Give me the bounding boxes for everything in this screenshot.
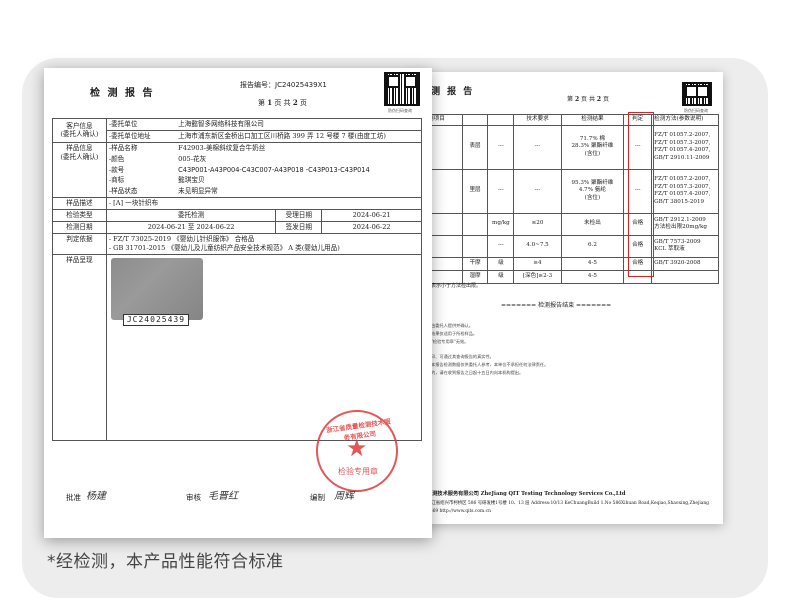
review-signature: 毛晋红 xyxy=(208,491,238,502)
table-row: mg/kg ≤20 未检出 合格 GB/T 2912.1-2009 方法检出限2… xyxy=(425,212,719,236)
report-title: 测 报 告 xyxy=(431,87,475,97)
table-row: -商标 懿琪宝贝 xyxy=(53,175,423,187)
report-end-marker: ======= 检测报告结束 ======= xyxy=(501,302,612,309)
approve-label: 批准 xyxy=(66,493,81,502)
table-row: 客户信息 (委托人确认) -委托单位 上海懿智多网络科技有限公司 xyxy=(52,118,423,143)
star-icon: ★ xyxy=(346,434,368,462)
sample-photo-cell: JC24025439 xyxy=(105,253,423,441)
basis-line: - FZ/T 73025-2019 《婴幼儿针织服饰》 合格品 xyxy=(108,234,255,243)
review-label: 审核 xyxy=(186,493,201,502)
report-title: 检 测 报 告 xyxy=(90,88,155,99)
table-row: 检测日期 2024-06-21 至 2024-06-22 签发日期 2024-0… xyxy=(52,221,422,234)
report-info-table: 客户信息 (委托人确认) -委托单位 上海懿智多网络科技有限公司 -委托单位地址… xyxy=(52,118,423,441)
table-row: -颜色 005-花灰 xyxy=(53,153,423,165)
note-line: 结果仅适用于所检样品。 xyxy=(431,331,478,336)
report-page-1: 检 测 报 告 报告编号：JC24025439X1 第 1 页 共 2 页 防伪… xyxy=(44,68,432,538)
note-line: 由委托人提供并确认。 xyxy=(431,323,473,328)
table-row: 表层 --- --- 71.7% 棉 28.3% 聚酯纤维 (含位) --- F… xyxy=(425,124,719,170)
official-seal: 浙江省质量检测技术服务有限公司 ★ 检验专用章 xyxy=(316,410,398,492)
table-header-row: 测项目 技术要求 检测结果 判定 检测方法(参数说明) xyxy=(425,114,719,126)
table-header xyxy=(461,114,489,126)
company-contact: 0669 http://www.qits.com.cn xyxy=(427,509,491,514)
approve-signature: 杨建 xyxy=(86,491,106,502)
product-claim-caption: *经检测，本产品性能符合标准 xyxy=(47,552,284,572)
table-header xyxy=(487,114,515,126)
basis-line: - GB 31701-2015 《婴幼儿及儿童纺织产品安全技术规范》 A 类(婴… xyxy=(108,243,340,252)
qr-code xyxy=(682,82,712,106)
table-row: 样品描述 - [A] 一块针织布 xyxy=(52,197,423,211)
table-row: 干摩 级 ≥4 4-5 合格 GB/T 3920-2008 xyxy=(425,256,719,271)
edit-label: 编制 xyxy=(310,493,325,502)
table-header: 技术要求 xyxy=(513,114,562,126)
table-row: -款号 C43P001-A43P004-C43C007-A43P018 -C43… xyxy=(53,164,423,176)
results-table: 测项目 技术要求 检测结果 判定 检测方法(参数说明) 表层 --- --- 7… xyxy=(425,114,719,284)
company-address: 浙江省绍兴市柯桥区 586 号研发楼1号楼 10、13 层 Address:10… xyxy=(427,501,709,506)
qr-caption: 防伪扫码查询 xyxy=(388,108,412,113)
table-header: 检测方法(参数说明) xyxy=(651,114,719,126)
fabric-sample-image xyxy=(110,257,203,320)
company-name: 检测技术服务有限公司 ZheJiang QIT Testing Technolo… xyxy=(427,491,626,497)
sample-tag: JC24025439 xyxy=(122,313,190,327)
table-row: 里层 --- --- 95.3% 聚酯纤维 4.7% 氨纶 (含位) --- F… xyxy=(425,168,719,214)
note-line: "检验专用章"无效。 xyxy=(431,339,469,344)
page-indicator: 第 1 页 共 2 页 xyxy=(258,98,307,107)
note-line: 的，请在收到报告之日起十五日内向本机构提出。 xyxy=(431,370,524,375)
qr-code xyxy=(384,72,420,106)
table-row: 判定依据 - FZ/T 73025-2019 《婴幼儿针织服饰》 合格品 - G… xyxy=(52,232,423,255)
table-row: -样品状态 未见明显异常 xyxy=(53,186,423,199)
table-row: --- 4.0~7.5 6.2 合格 GB/T 7573-2009 KCL 萃取… xyxy=(425,234,719,258)
edit-signature: 周辉 xyxy=(334,491,354,502)
note-line: 印、可通过其查询报告的真实性。 xyxy=(431,354,494,359)
table-row: -委托单位地址 上海市浦东新区金桥出口加工区川桥路 399 弄 12 号楼 7 … xyxy=(53,129,423,143)
table-row: 样品信息 (委托人确认) -样品名称 F42903-美棉斜纹复合牛奶丝 xyxy=(52,141,423,199)
page-indicator: 第 2 页 共 2 页 xyxy=(567,96,610,103)
report-number: 报告编号：JC24025439X1 xyxy=(240,81,327,89)
report-page-2: 测 报 告 第 2 页 共 2 页 防伪扫码查询 测项目 技术要求 检测结果 判… xyxy=(405,72,723,524)
table-header: 检测结果 xyxy=(560,114,625,126)
seal-label: 检验专用章 xyxy=(338,467,378,476)
note-line: 本报告检测数据仅供委托人参考，本单位不承担任何法律责任。 xyxy=(431,362,549,367)
judgement-highlight-box xyxy=(628,112,654,277)
table-row: 检验类型 委托检测 受理日期 2024-06-21 xyxy=(52,209,422,223)
footnote: 表示小于方法检出限。 xyxy=(431,283,482,289)
